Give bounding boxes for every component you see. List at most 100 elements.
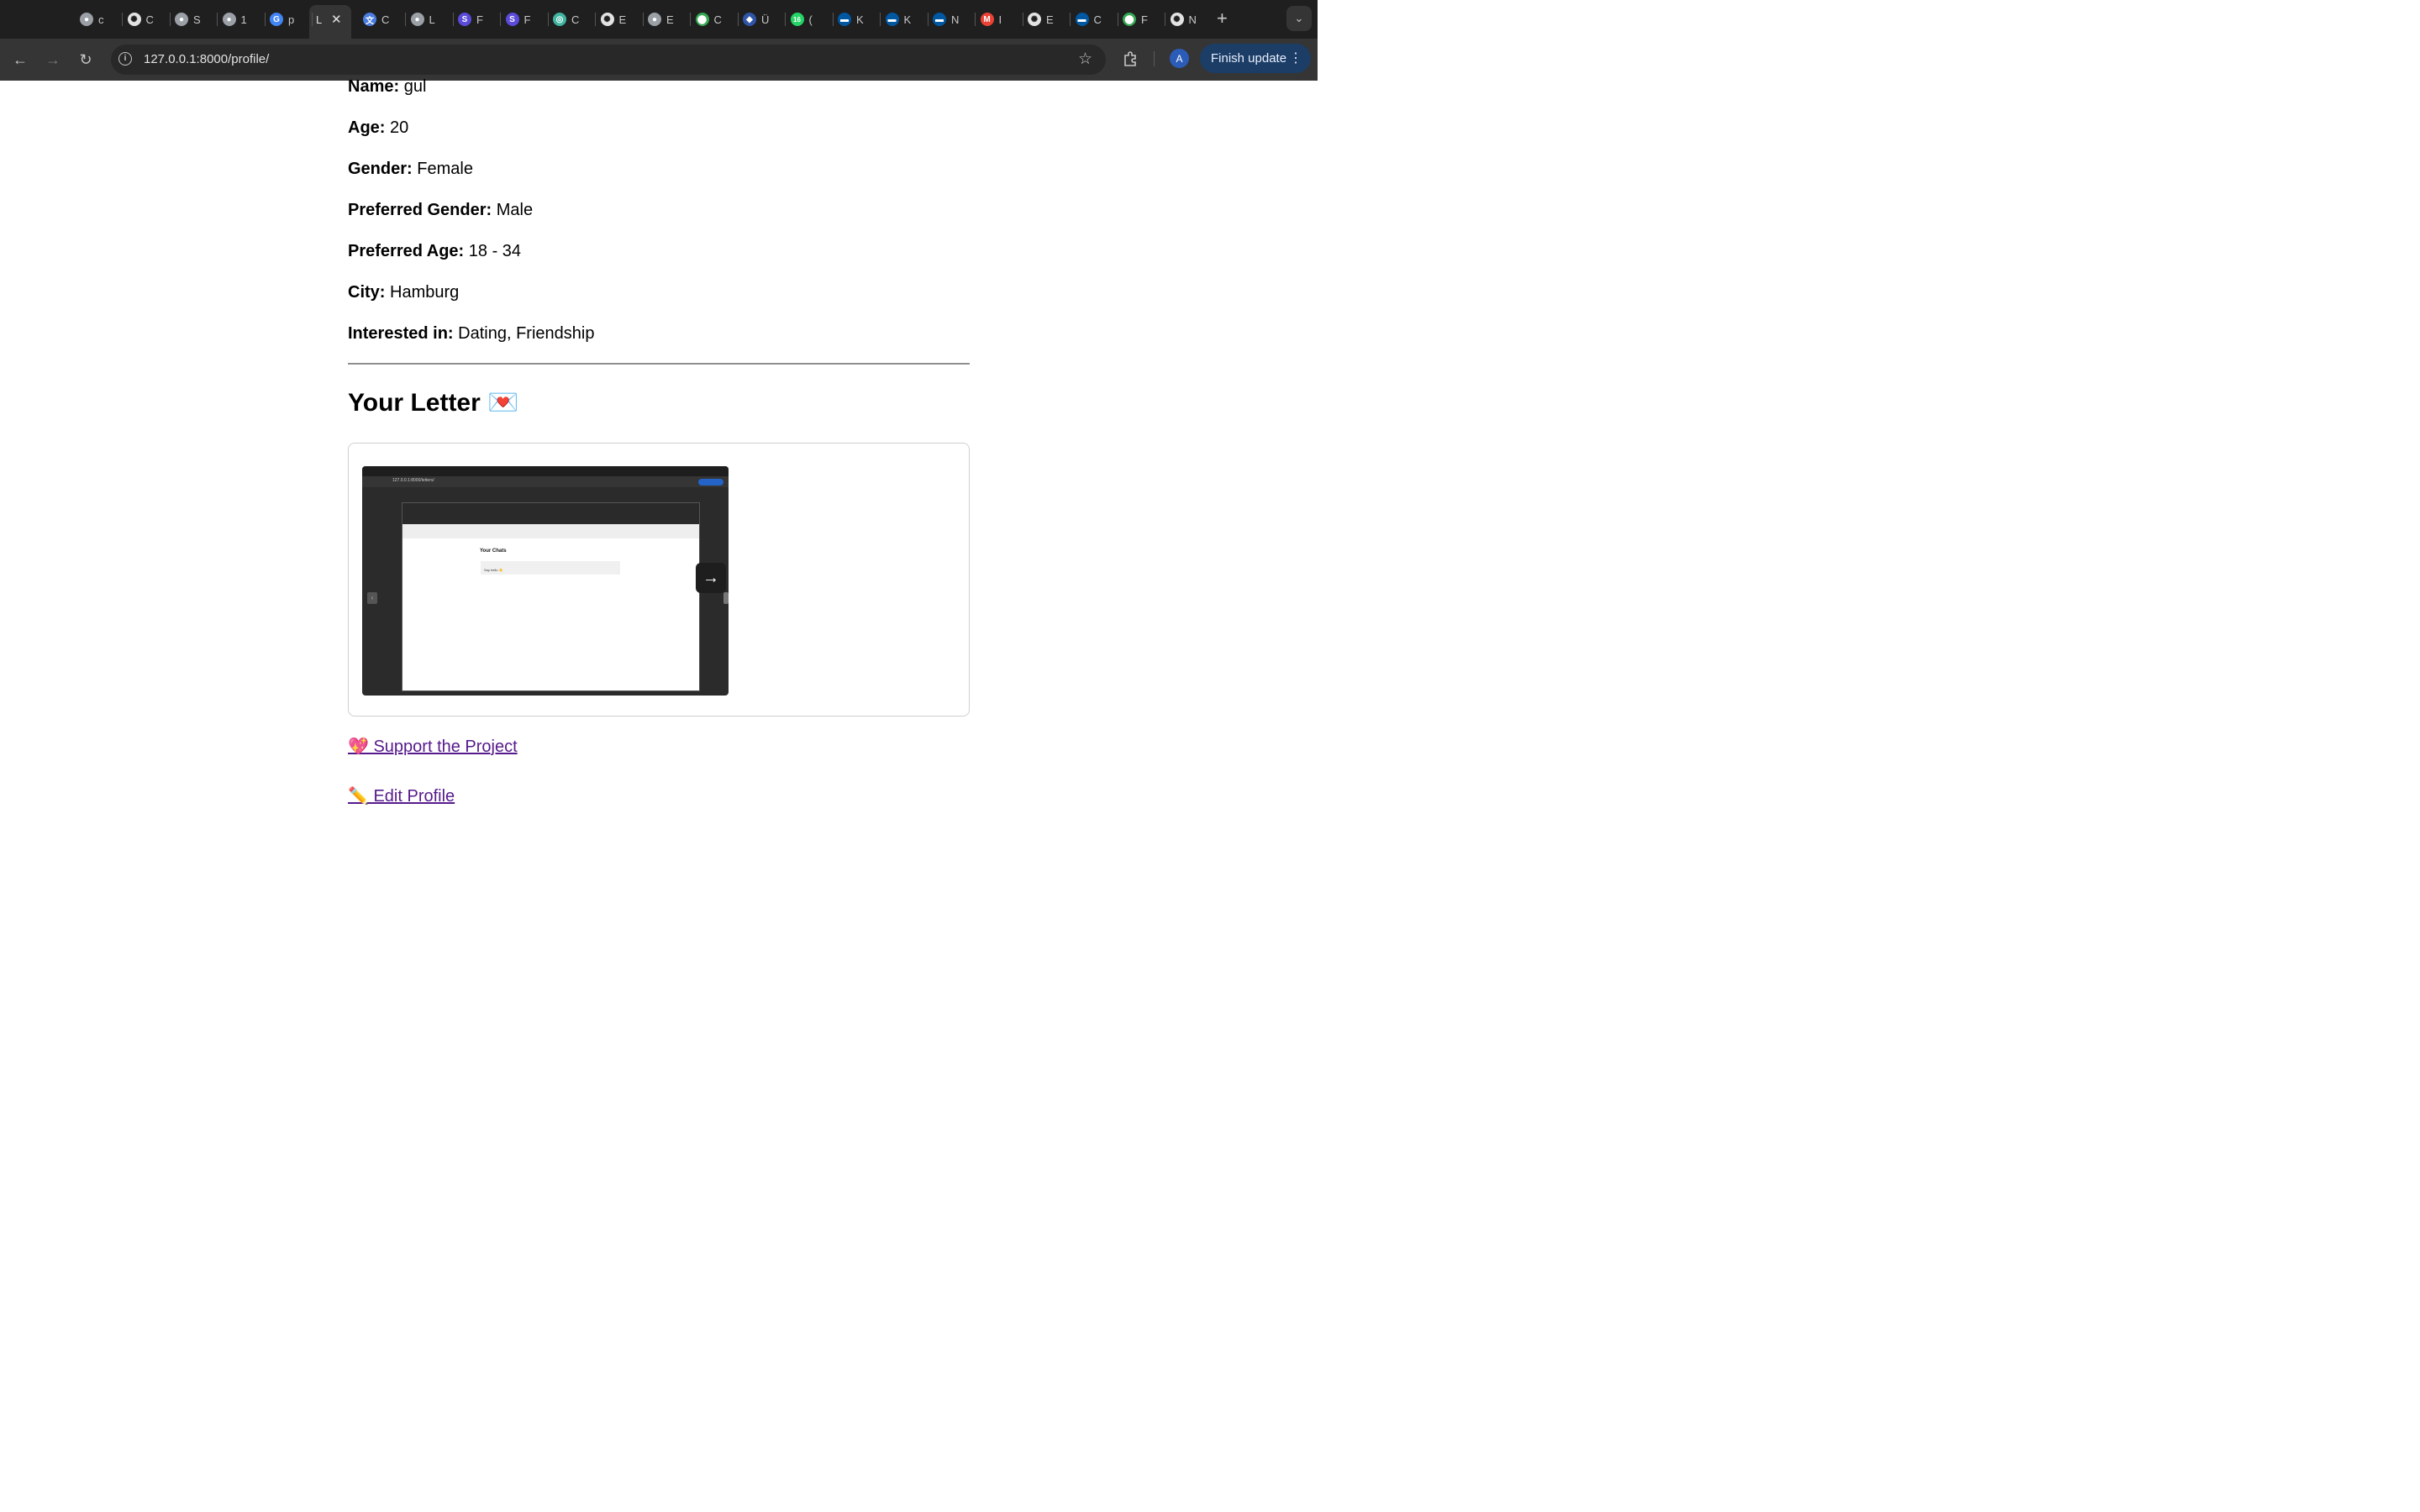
globe-icon: ● (648, 13, 661, 26)
browser-tab[interactable]: ⬤ C (695, 8, 722, 30)
browser-tab[interactable]: ◆ Ü (743, 8, 769, 30)
tab-title: ( (808, 13, 813, 26)
globe-icon: ● (80, 13, 93, 26)
browser-tab[interactable]: 文C (363, 8, 389, 30)
new-tab-button[interactable]: + (1217, 8, 1228, 29)
browser-tab[interactable]: Gp (270, 8, 294, 30)
maps-icon: ⬤ (1123, 13, 1136, 26)
back-button[interactable]: ← (10, 50, 30, 70)
tab-title: C (145, 13, 154, 26)
browser-tab[interactable]: ◎ C (553, 8, 579, 30)
browser-tab[interactable]: ✺ N (1170, 8, 1197, 30)
ikea-icon: ▬ (1075, 13, 1089, 26)
tab-separator (975, 13, 976, 26)
browser-tab[interactable]: ● 1 (222, 8, 247, 30)
tab-separator (547, 13, 549, 26)
tab-badge: 16 (793, 15, 801, 24)
tab-separator (832, 13, 834, 26)
field-value: gul (403, 77, 427, 96)
tab-title: E (618, 13, 627, 26)
tab-separator (1070, 13, 1071, 26)
browser-tab[interactable]: 16 ( (790, 8, 813, 30)
tab-title: p (288, 13, 295, 26)
tab-title: E (1046, 13, 1054, 26)
tab-title[interactable]: L (316, 8, 322, 30)
field-gender: Gender: Female (348, 160, 473, 179)
tab-title: S (193, 13, 201, 26)
field-preferred-age: Preferred Age: 18 - 34 (348, 242, 521, 261)
tab-title: Ü (761, 13, 770, 26)
browser-tab[interactable]: ✺ C (127, 8, 154, 30)
tab-separator (452, 13, 454, 26)
browser-tab[interactable]: ✺ E (1028, 8, 1054, 30)
field-preferred-gender: Preferred Gender: Male (348, 201, 533, 220)
field-city: City: Hamburg (348, 283, 459, 302)
browser-tab[interactable]: ▬ N (933, 8, 959, 30)
bookmark-star-icon[interactable]: ☆ (1078, 50, 1092, 69)
profile-avatar[interactable]: A (1170, 49, 1189, 68)
edit-profile-link[interactable]: ✏️ Edit Profile (348, 785, 455, 806)
field-value: 18 - 34 (468, 242, 522, 260)
openai-icon: ✺ (600, 13, 614, 26)
browser-toolbar: ← → ↻ i 127.0.0.1:8000/profile/ ☆ (0, 39, 1318, 81)
support-project-link[interactable]: 💖 Support the Project (348, 736, 518, 757)
url-text[interactable]: 127.0.0.1:8000/profile/ (144, 52, 269, 66)
field-label: Gender: (348, 160, 413, 178)
preview-prev-icon: ‹ (367, 592, 377, 604)
browser-tab[interactable]: SF (505, 8, 531, 30)
ikea-icon: ▬ (933, 13, 946, 26)
tab-title: K (856, 13, 864, 26)
field-value: Male (496, 201, 534, 219)
openai-icon: ✺ (1028, 13, 1041, 26)
tab-separator (405, 13, 406, 26)
globe-icon: ● (410, 13, 424, 26)
preview-finish-button (698, 479, 723, 486)
tab-title: N (951, 13, 960, 26)
field-value: 20 (390, 118, 409, 137)
browser-tab[interactable]: ● L (410, 8, 435, 30)
openai-icon: ✺ (1170, 13, 1184, 26)
tab-strip: ● c ✺ C ● S ● 1 Gp L 文 C ● L S F S F ◎ C ✺ E ● E ⬤ C ◆ Ü 16(▬ K ▬ K ▬ N M I… (0, 0, 1318, 39)
browser-tab[interactable]: MI (980, 8, 1002, 30)
browser-tab[interactable]: ▬ K (885, 8, 911, 30)
browser-tab[interactable]: ▬ K (838, 8, 864, 30)
browser-tab[interactable]: ● c (80, 8, 104, 30)
finish-update-label: Finish update (1211, 51, 1287, 66)
next-letter-button[interactable]: → (696, 563, 726, 593)
toolbar-divider (1154, 51, 1155, 66)
field-label: Preferred Gender: (348, 201, 492, 219)
field-label: City: (348, 283, 386, 302)
preview-inner-window: Your Chats Say hello 👋 (402, 502, 700, 691)
field-label: Interested in: (348, 324, 454, 343)
field-name: Name: gul (348, 77, 426, 97)
field-value: Dating, Friendship (458, 324, 595, 343)
preview-toolbar: 127.0.0.1:8000/letters/ (362, 476, 729, 487)
browser-tab[interactable]: ⬤ F (1123, 8, 1148, 30)
openai-icon: ✺ (127, 13, 141, 26)
forward-button[interactable]: → (43, 50, 63, 70)
letter-heading: Your Letter 💌 (348, 389, 519, 417)
preview-inner-nav (402, 524, 699, 538)
preview-url: 127.0.0.1:8000/letters/ (392, 478, 434, 483)
gmail-icon: M (980, 13, 994, 26)
tab-title: C (381, 13, 390, 26)
extensions-icon[interactable] (1122, 50, 1139, 67)
tab-title: c (98, 13, 104, 26)
tab-search-button[interactable]: ⌄ (1286, 6, 1312, 31)
tab-title: N (1188, 13, 1197, 26)
browser-tab[interactable]: ● S (175, 8, 201, 30)
shape-icon: ◆ (743, 13, 756, 26)
tab-title: F (523, 13, 531, 26)
browser-tab[interactable]: ▬ C (1075, 8, 1102, 30)
tab-title: F (1141, 13, 1148, 26)
browser-tab[interactable]: ✺ E (600, 8, 627, 30)
browser-tab[interactable]: SF (458, 8, 483, 30)
browser-tab[interactable]: ● E (648, 8, 674, 30)
reload-button[interactable]: ↻ (76, 50, 96, 70)
tab-separator (690, 13, 691, 26)
site-info-icon[interactable]: i (118, 52, 132, 66)
menu-dots-icon[interactable]: ⋮ (1289, 50, 1302, 66)
tab-close-icon[interactable]: ✕ (331, 12, 342, 27)
finish-update-button[interactable]: Finish update ⋮ (1200, 44, 1311, 73)
address-bar[interactable]: i 127.0.0.1:8000/profile/ ☆ (111, 45, 1106, 75)
